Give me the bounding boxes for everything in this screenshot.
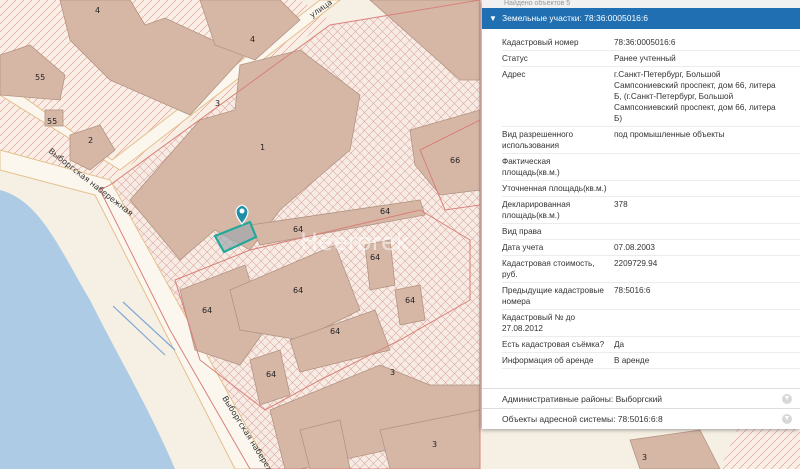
attr-key: Вид права [502,227,542,236]
attr-row: Предыдущие кадастровые номера 78:5016:6 [502,283,800,310]
map-label: 64 [330,327,340,336]
attr-row: Уточненная площадь(кв.м.) [502,181,800,197]
attr-key: Кадастровая стоимость, руб. [502,259,595,279]
chevron-down-icon[interactable]: ▼ [782,394,792,404]
attr-key: Статус [502,54,528,63]
attr-key: Кадастровый № до 27.08.2012 [502,313,576,333]
panel-header-title: Земельные участки: 78:36:0005016:6 [502,13,648,23]
chevron-down-icon[interactable]: ▼ [782,414,792,424]
map-label: 3 [432,440,437,449]
attr-row: Есть кадастровая съёмка? Да [502,337,800,353]
attr-value: 78:36:0005016:6 [614,38,676,47]
attr-key: Фактическая площадь(кв.м.) [502,157,560,177]
attr-value: 378 [614,200,628,209]
attr-value: 2209729.94 [614,259,658,268]
attr-key: Дата учета [502,243,544,252]
attr-value [614,312,782,334]
info-panel: Найдено объектов 5 ▼ Земельные участки: … [482,0,800,429]
accordion-admin-districts[interactable]: Административные районы: Выборгский ▼ [482,388,800,408]
attr-row: Статус Ранее учтенный [502,51,800,67]
attr-row: Вид права [502,224,800,240]
map-label: 55 [35,73,45,82]
accordion-address-objects[interactable]: Объекты адресной системы: 78:5016:6:8 ▼ [482,408,800,428]
attr-key: Кадастровый номер [502,38,579,47]
attr-key: Предыдущие кадастровые номера [502,286,604,306]
map-label: 64 [266,370,276,379]
building-64-east [394,284,426,326]
attr-value: Да [614,340,625,349]
attr-row: Декларированная площадь(кв.м.) 378 [502,197,800,224]
map-label: 3 [215,99,220,108]
map-label: 64 [202,306,212,315]
attr-value [614,183,782,194]
map-watermark: Нееrorek [300,228,410,256]
map-label: 3 [642,453,647,462]
attribute-table: Кадастровый номер 78:36:0005016:6 Статус Р… [482,29,800,369]
attr-key: Декларированная площадь(кв.м.) [502,200,571,220]
map-label: 64 [293,286,303,295]
attr-row: Кадастровая стоимость, руб. 2209729.94 [502,256,800,283]
attr-key: Адрес [502,70,526,79]
attr-value [614,226,782,237]
map-label: 4 [95,6,100,15]
map-label: 64 [405,296,415,305]
attr-key: Уточненная площадь(кв.м.) [502,184,607,193]
attr-row: Адрес г.Санкт-Петербург, Большой Сампсони… [502,67,800,127]
accordion-label: Административные районы: Выборгский [502,394,663,404]
attr-value: 78:5016:6 [614,286,651,295]
map-label: 1 [260,143,265,152]
attr-value: 07.08.2003 [614,243,655,252]
attr-key: Вид разрешенного использования [502,130,574,150]
attr-row: Дата учета 07.08.2003 [502,240,800,256]
attr-row: Кадастровый номер 78:36:0005016:6 [502,35,800,51]
attr-row: Информация об аренде В аренде [502,353,800,369]
attr-row: Фактическая площадь(кв.м.) [502,154,800,181]
attr-value: В аренде [614,356,650,365]
attr-value: под промышленные объекты [614,130,725,139]
attr-value: Ранее учтенный [614,54,676,63]
map-pin-dot [239,208,245,214]
attr-key: Информация об аренде [502,356,594,365]
attr-value: г.Санкт-Петербург, Большой Сампсониевски… [614,70,776,123]
map-label: 64 [380,207,390,216]
found-count: Найдено объектов 5 [482,0,800,8]
map-label: 66 [450,156,460,165]
chevron-down-icon: ▼ [489,14,497,23]
map-label: 55 [47,117,57,126]
attr-key: Есть кадастровая съёмка? [502,340,605,349]
map-label: 4 [250,35,255,44]
map-label: 64 [370,253,380,262]
map-label: 2 [88,136,93,145]
attr-row: Кадастровый № до 27.08.2012 [502,310,800,337]
attr-row: Вид разрешенного использования под промыш… [502,127,800,154]
accordion-label: Объекты адресной системы: 78:5016:6:8 [502,414,663,424]
attr-value [614,156,782,178]
map-label: 64 [293,225,303,234]
panel-header-land-plots[interactable]: ▼ Земельные участки: 78:36:0005016:6 [482,8,800,29]
map-label: 3 [390,368,395,377]
